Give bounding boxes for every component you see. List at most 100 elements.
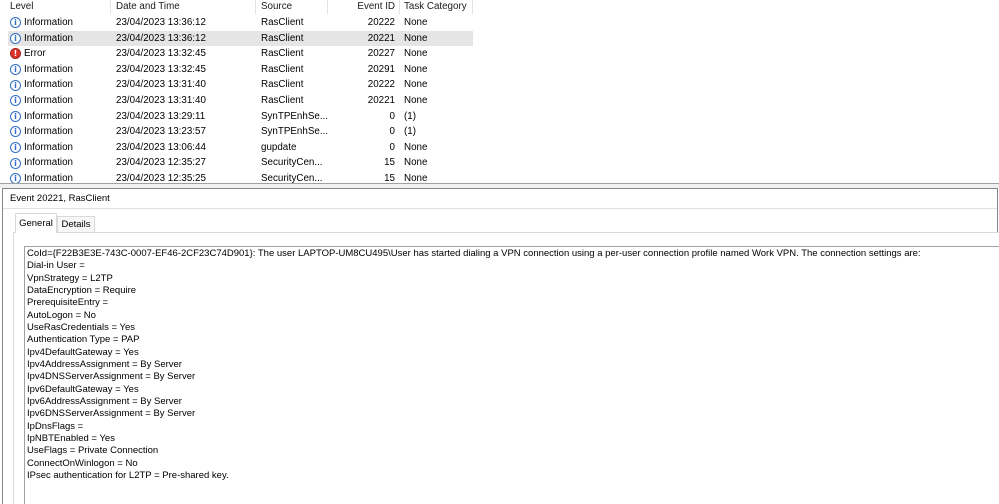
event-date-time: 23/04/2023 13:06:44 <box>116 141 206 153</box>
event-task-category: None <box>404 94 428 106</box>
event-id: 20222 <box>367 17 395 28</box>
message-line: Ipv4DefaultGateway = Yes <box>27 346 139 358</box>
event-level: Information <box>24 32 74 44</box>
event-id: 20221 <box>367 32 395 44</box>
event-row[interactable]: Information 23/04/2023 12:35:27 Security… <box>8 155 473 171</box>
message-line: DataEncryption = Require <box>27 284 137 296</box>
message-line: AutoLogon = No <box>27 309 96 321</box>
event-level: Information <box>24 126 74 138</box>
event-id: 20221 <box>367 94 395 106</box>
event-row[interactable]: Information 23/04/2023 13:31:40 RasClien… <box>8 77 473 93</box>
event-date-time: 23/04/2023 12:35:27 <box>116 157 206 169</box>
event-date-time: 23/04/2023 12:35:25 <box>116 172 206 183</box>
event-date-time: 23/04/2023 13:23:57 <box>116 126 206 138</box>
event-level: Information <box>24 172 74 183</box>
event-level: Information <box>24 79 74 91</box>
event-level: Information <box>24 141 74 153</box>
column-header-date-time[interactable]: Date and Time <box>116 0 180 13</box>
event-source: RasClient <box>261 63 304 75</box>
events-list[interactable]: Level Date and Time Source Event ID Task… <box>0 0 999 183</box>
event-source: SecurityCen... <box>261 172 323 183</box>
event-source: gupdate <box>261 141 297 153</box>
message-line: UseRasCredentials = Yes <box>27 321 135 333</box>
event-row[interactable]: Information 23/04/2023 13:32:45 RasClien… <box>8 62 473 78</box>
event-date-time: 23/04/2023 13:32:45 <box>116 48 206 60</box>
event-task-category: (1) <box>404 126 416 138</box>
event-date-time: 23/04/2023 13:36:12 <box>116 17 206 28</box>
event-source: RasClient <box>261 32 304 44</box>
column-resize-handle[interactable] <box>399 0 400 14</box>
event-row[interactable]: Information 23/04/2023 13:29:11 SynTPEnh… <box>8 109 473 125</box>
message-line: Ipv4DNSServerAssignment = By Server <box>27 371 196 383</box>
event-task-category: None <box>404 17 428 28</box>
column-header-task-category[interactable]: Task Category <box>404 0 467 13</box>
event-date-time: 23/04/2023 13:29:11 <box>116 110 206 122</box>
event-task-category: None <box>404 79 428 91</box>
event-source: RasClient <box>261 94 304 106</box>
event-message-textbox[interactable]: CoId={F22B3E3E-743C-0007-EF46-2CF23C74D9… <box>24 246 999 504</box>
message-line: PrerequisiteEntry = <box>27 297 111 309</box>
event-source: RasClient <box>261 17 304 28</box>
tab-details[interactable]: Details <box>57 216 95 232</box>
event-source: RasClient <box>261 48 304 60</box>
event-task-category: None <box>404 48 428 60</box>
event-date-time: 23/04/2023 13:36:12 <box>116 32 206 44</box>
column-header-row: Level Date and Time Source Event ID Task… <box>0 0 999 15</box>
tab-general[interactable]: General <box>15 213 57 233</box>
event-source: SecurityCen... <box>261 157 323 169</box>
event-row[interactable]: Information 23/04/2023 13:36:12 RasClien… <box>8 15 473 31</box>
message-line: IpNBTEnabled = Yes <box>27 432 115 444</box>
message-line: Ipv4AddressAssignment = By Server <box>27 358 182 370</box>
event-date-time: 23/04/2023 13:32:45 <box>116 63 206 75</box>
event-id: 15 <box>384 157 395 169</box>
info-icon <box>10 17 21 29</box>
column-header-event-id[interactable]: Event ID <box>330 0 395 13</box>
event-level: Error <box>24 48 46 60</box>
message-line: Ipv6AddressAssignment = By Server <box>27 395 182 407</box>
event-level: Information <box>24 110 74 122</box>
event-id: 15 <box>384 172 395 183</box>
message-line: Ipv6DefaultGateway = Yes <box>27 383 139 395</box>
info-icon <box>10 64 21 76</box>
column-header-source[interactable]: Source <box>261 0 292 13</box>
message-line: UseFlags = Private Connection <box>27 445 159 457</box>
event-date-time: 23/04/2023 13:31:40 <box>116 94 206 106</box>
event-level: Information <box>24 63 74 75</box>
info-icon <box>10 157 21 169</box>
column-resize-handle[interactable] <box>327 0 328 14</box>
event-row[interactable]: Information 23/04/2023 13:36:12 RasClien… <box>8 30 473 47</box>
event-row[interactable]: Error 23/04/2023 13:32:45 RasClient 2022… <box>8 46 473 62</box>
event-task-category: None <box>404 157 428 169</box>
message-line: VpnStrategy = L2TP <box>27 272 113 284</box>
event-task-category: (1) <box>404 110 416 122</box>
event-level: Information <box>24 94 74 106</box>
info-icon <box>10 173 21 183</box>
message-line: IPsec authentication for L2TP = Pre-shar… <box>27 469 229 481</box>
column-header-level[interactable]: Level <box>10 0 33 13</box>
message-line: Dial-in User = <box>27 260 88 272</box>
event-row[interactable]: Information 23/04/2023 13:31:40 RasClien… <box>8 93 473 109</box>
info-icon <box>10 32 21 44</box>
event-rows: Information 23/04/2023 13:36:12 RasClien… <box>0 15 999 183</box>
event-id: 20222 <box>367 79 395 91</box>
info-icon <box>10 95 21 107</box>
event-id: 0 <box>389 141 395 153</box>
event-task-category: None <box>404 141 428 153</box>
event-row[interactable]: Information 23/04/2023 13:06:44 gupdate … <box>8 140 473 156</box>
event-id: 20227 <box>367 48 395 60</box>
info-icon <box>10 126 21 138</box>
column-resize-handle[interactable] <box>472 0 473 14</box>
event-row[interactable]: Information 23/04/2023 13:23:57 SynTPEnh… <box>8 124 473 140</box>
event-row[interactable]: Information 23/04/2023 12:35:25 Security… <box>8 171 473 183</box>
message-line: Authentication Type = PAP <box>27 334 140 346</box>
event-id: 20291 <box>367 63 395 75</box>
message-line: Ipv6DNSServerAssignment = By Server <box>27 408 196 420</box>
event-level: Information <box>24 17 74 28</box>
event-source: SynTPEnhSe... <box>261 110 328 122</box>
column-resize-handle[interactable] <box>255 0 256 14</box>
event-source: RasClient <box>261 79 304 91</box>
column-resize-handle[interactable] <box>110 0 111 14</box>
event-source: SynTPEnhSe... <box>261 126 328 138</box>
event-task-category: None <box>404 172 428 183</box>
error-icon <box>10 48 21 60</box>
